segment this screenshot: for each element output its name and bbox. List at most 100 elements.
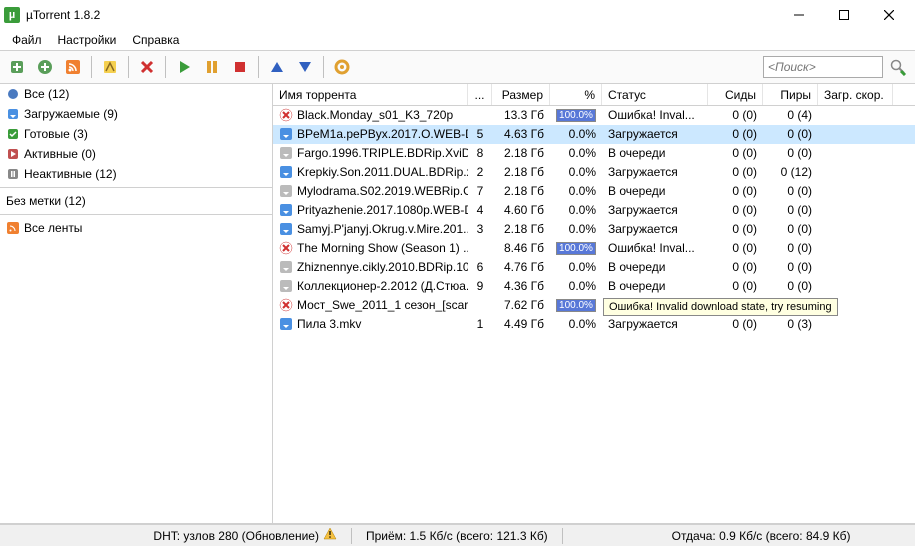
status-dht-label: DHT: узлов 280 (Обновление) bbox=[153, 529, 319, 543]
row-status-icon bbox=[279, 298, 293, 312]
torrent-speed bbox=[818, 190, 893, 192]
search-button[interactable] bbox=[885, 54, 911, 80]
torrent-row[interactable]: Krepkiy.Son.2011.DUAL.BDRip.x...22.18 Гб… bbox=[273, 163, 915, 182]
remove-button[interactable] bbox=[134, 54, 160, 80]
search-input[interactable] bbox=[763, 56, 883, 78]
rss-button[interactable] bbox=[60, 54, 86, 80]
col-header-seeds[interactable]: Сиды bbox=[708, 84, 763, 105]
category-active[interactable]: Активные (0) bbox=[0, 144, 272, 164]
torrent-peers: 0 (0) bbox=[763, 126, 818, 142]
add-torrent-button[interactable] bbox=[4, 54, 30, 80]
move-up-button[interactable] bbox=[264, 54, 290, 80]
create-torrent-button[interactable] bbox=[97, 54, 123, 80]
torrent-name: Zhiznennye.cikly.2010.BDRip.10... bbox=[297, 260, 468, 274]
row-status-icon bbox=[279, 127, 293, 141]
inactive-icon bbox=[6, 167, 20, 181]
torrent-row[interactable]: Samyj.P'janyj.Okrug.v.Mire.201...32.18 Г… bbox=[273, 220, 915, 239]
row-status-icon bbox=[279, 203, 293, 217]
torrent-row[interactable]: Коллекционер-2.2012 (Д.Стюа...94.36 Гб0.… bbox=[273, 277, 915, 296]
row-status-icon bbox=[279, 222, 293, 236]
done-icon bbox=[6, 127, 20, 141]
torrent-row[interactable]: Mylodrama.S02.2019.WEBRip.G...72.18 Гб0.… bbox=[273, 182, 915, 201]
torrent-status: Ошибка! Inval... bbox=[602, 240, 708, 256]
torrent-percent: 100.0% bbox=[550, 298, 602, 313]
torrent-speed bbox=[818, 114, 893, 116]
row-status-icon bbox=[279, 241, 293, 255]
category-label: Все (12) bbox=[24, 87, 69, 101]
torrent-name: Мост_Swe_2011_1 сезон_[scara... bbox=[297, 298, 468, 312]
torrent-order: 7 bbox=[468, 183, 492, 199]
app-icon: µ bbox=[4, 7, 20, 23]
torrent-seeds: 0 (0) bbox=[708, 240, 763, 256]
category-downloading[interactable]: Загружаемые (9) bbox=[0, 104, 272, 124]
torrent-size: 4.63 Гб bbox=[492, 126, 550, 142]
torrent-percent: 0.0% bbox=[550, 164, 602, 180]
torrent-name: Пила 3.mkv bbox=[297, 317, 361, 331]
category-label: Активные (0) bbox=[24, 147, 96, 161]
warning-icon bbox=[323, 527, 337, 544]
torrent-size: 2.18 Гб bbox=[492, 183, 550, 199]
torrent-name: Коллекционер-2.2012 (Д.Стюа... bbox=[297, 279, 468, 293]
torrent-percent: 0.0% bbox=[550, 145, 602, 161]
torrent-status: В очереди bbox=[602, 145, 708, 161]
torrent-peers: 0 (0) bbox=[763, 145, 818, 161]
stop-button[interactable] bbox=[227, 54, 253, 80]
menu-help[interactable]: Справка bbox=[124, 31, 187, 49]
torrent-row[interactable]: Prityazhenie.2017.1080p.WEB-D...44.60 Гб… bbox=[273, 201, 915, 220]
col-header-size[interactable]: Размер bbox=[492, 84, 550, 105]
torrent-speed bbox=[818, 323, 893, 325]
torrent-speed bbox=[818, 209, 893, 211]
status-download: Приём: 1.5 Кб/с (всего: 121.3 Кб) bbox=[358, 529, 556, 543]
category-label: Без метки (12) bbox=[6, 194, 86, 208]
torrent-row[interactable]: BPeM1a.pePByx.2017.O.WEB-D...54.63 Гб0.0… bbox=[273, 125, 915, 144]
col-header-status[interactable]: Статус bbox=[602, 84, 708, 105]
torrent-row[interactable]: The Morning Show (Season 1) ...8.46 Гб10… bbox=[273, 239, 915, 258]
torrent-speed bbox=[818, 133, 893, 135]
torrent-order: 4 bbox=[468, 202, 492, 218]
col-header-speed[interactable]: Загр. скор. bbox=[818, 84, 893, 105]
torrent-seeds: 0 (0) bbox=[708, 221, 763, 237]
torrent-size: 4.60 Гб bbox=[492, 202, 550, 218]
row-status-icon bbox=[279, 108, 293, 122]
torrent-seeds: 0 (0) bbox=[708, 107, 763, 123]
torrent-speed bbox=[818, 228, 893, 230]
maximize-button[interactable] bbox=[821, 1, 866, 29]
col-header-num[interactable]: ... bbox=[468, 84, 492, 105]
torrent-percent: 100.0% bbox=[550, 108, 602, 123]
torrent-size: 4.36 Гб bbox=[492, 278, 550, 294]
torrent-seeds: 0 (0) bbox=[708, 126, 763, 142]
category-all[interactable]: Все (12) bbox=[0, 84, 272, 104]
category-completed[interactable]: Готовые (3) bbox=[0, 124, 272, 144]
torrent-peers: 0 (0) bbox=[763, 240, 818, 256]
torrent-size: 4.76 Гб bbox=[492, 259, 550, 275]
row-status-icon bbox=[279, 279, 293, 293]
torrent-seeds: 0 (0) bbox=[708, 316, 763, 332]
torrent-row[interactable]: Пила 3.mkv14.49 Гб0.0%Загружается0 (0)0 … bbox=[273, 315, 915, 334]
category-feeds[interactable]: Все ленты bbox=[0, 218, 272, 238]
title-bar: µ µTorrent 1.8.2 bbox=[0, 0, 915, 30]
torrent-percent: 100.0% bbox=[550, 241, 602, 256]
torrent-order: 6 bbox=[468, 259, 492, 275]
start-button[interactable] bbox=[171, 54, 197, 80]
category-inactive[interactable]: Неактивные (12) bbox=[0, 164, 272, 184]
preferences-button[interactable] bbox=[329, 54, 355, 80]
menu-file[interactable]: Файл bbox=[4, 31, 50, 49]
col-header-peers[interactable]: Пиры bbox=[763, 84, 818, 105]
torrent-status: Ошибка! Inval... bbox=[602, 107, 708, 123]
move-down-button[interactable] bbox=[292, 54, 318, 80]
col-header-percent[interactable]: % bbox=[550, 84, 602, 105]
menu-settings[interactable]: Настройки bbox=[50, 31, 125, 49]
pause-button[interactable] bbox=[199, 54, 225, 80]
add-url-button[interactable] bbox=[32, 54, 58, 80]
category-label: Все ленты bbox=[24, 221, 82, 235]
torrent-row[interactable]: Black.Monday_s01_K3_720p13.3 Гб100.0%Оши… bbox=[273, 106, 915, 125]
col-header-name[interactable]: Имя торрента bbox=[273, 84, 468, 105]
torrent-row[interactable]: Zhiznennye.cikly.2010.BDRip.10...64.76 Г… bbox=[273, 258, 915, 277]
category-nolabel[interactable]: Без метки (12) bbox=[0, 191, 272, 211]
torrent-row[interactable]: Fargo.1996.TRIPLE.BDRip.XviD...82.18 Гб0… bbox=[273, 144, 915, 163]
close-button[interactable] bbox=[866, 1, 911, 29]
torrent-name: Prityazhenie.2017.1080p.WEB-D... bbox=[297, 203, 468, 217]
torrent-speed bbox=[818, 247, 893, 249]
list-body[interactable]: Black.Monday_s01_K3_720p13.3 Гб100.0%Оши… bbox=[273, 106, 915, 523]
minimize-button[interactable] bbox=[776, 1, 821, 29]
